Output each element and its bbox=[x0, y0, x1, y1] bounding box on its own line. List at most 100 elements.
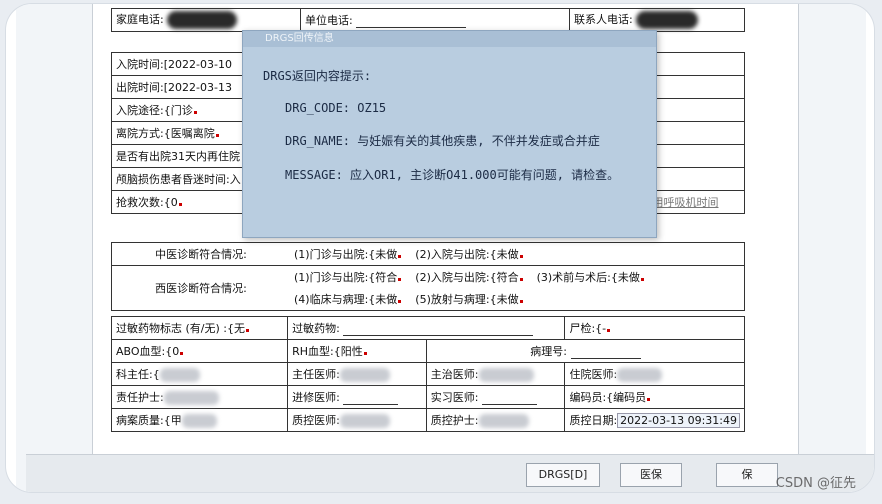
field-marker bbox=[519, 300, 523, 303]
pathology-label: 病理号: bbox=[530, 345, 567, 358]
tcm-opt-b-label: (2)入院与出院: bbox=[415, 248, 490, 261]
rescue-label: 抢救次数: bbox=[116, 196, 164, 209]
wm-opt-a-label: (1)门诊与出院: bbox=[294, 271, 369, 284]
dialog-body: DRGS返回内容提示: DRG_CODE: OZ15 DRG_NAME: 与妊娠… bbox=[243, 47, 656, 183]
intern-label: 实习医师: bbox=[430, 391, 479, 404]
drg-name-line: DRG_NAME: 与妊娠有关的其他疾患, 不伴并发症或合并症 bbox=[285, 134, 600, 148]
redacted-value bbox=[167, 11, 238, 29]
redacted-value bbox=[163, 391, 219, 405]
readmit-label: 是否有出院31天内再住院 bbox=[116, 150, 240, 163]
coder-field[interactable]: {编码员 bbox=[606, 391, 646, 404]
wm-label: 西医诊断符合情况: bbox=[111, 265, 290, 311]
diagnosis-table: 中医诊断符合情况: (1)门诊与出院:{未做 (2)入院与出院:{未做 西医诊断… bbox=[111, 242, 745, 311]
discharge-mode-field[interactable]: {医嘱离院 bbox=[164, 127, 215, 140]
director-label: 科主任: bbox=[116, 368, 153, 381]
wm-opt-e-label: (5)放射与病理: bbox=[415, 293, 490, 306]
drg-code-line: DRG_CODE: OZ15 bbox=[285, 101, 387, 115]
refresher-label: 进修医师: bbox=[292, 391, 340, 404]
wm-opt-a-value[interactable]: {符合 bbox=[368, 271, 397, 284]
autopsy-field[interactable]: {- bbox=[595, 322, 606, 335]
director-field[interactable]: { bbox=[153, 368, 160, 381]
discharge-time-field[interactable]: [2022-03-13 bbox=[164, 81, 232, 94]
wm-opt-b-label: (2)入院与出院: bbox=[415, 271, 490, 284]
redacted-value bbox=[181, 414, 217, 428]
chief-label: 主治医师: bbox=[430, 368, 479, 381]
drg-message-line: MESSAGE: 应入OR1, 主诊断O41.000可能有问题, 请检查。 bbox=[285, 168, 620, 182]
allergy-flag-field[interactable]: {无 bbox=[227, 322, 245, 335]
field-marker bbox=[215, 134, 219, 137]
field-marker bbox=[178, 203, 182, 206]
resident-label: 住院医师: bbox=[569, 368, 618, 381]
redacted-value bbox=[159, 368, 200, 382]
redacted-value bbox=[636, 11, 699, 29]
allergy-drug-label: 过敏药物: bbox=[292, 322, 340, 335]
abo-field[interactable]: {0 bbox=[165, 345, 179, 358]
admission-route-label: 入院途径: bbox=[116, 104, 164, 117]
rh-field[interactable]: {阳性 bbox=[334, 345, 363, 358]
field-marker bbox=[246, 329, 249, 332]
wm-opt-c-label: (3)术前与术后: bbox=[536, 271, 611, 284]
field-marker bbox=[363, 352, 367, 355]
qc-doctor-label: 质控医师: bbox=[292, 414, 340, 427]
insurance-button[interactable]: 医保 bbox=[620, 463, 682, 487]
redacted-value bbox=[478, 368, 534, 382]
qc-date-label: 质控日期: bbox=[569, 414, 618, 427]
quality-label: 病案质量: bbox=[116, 414, 164, 427]
field-marker bbox=[193, 111, 197, 114]
qc-date-field[interactable]: 2022-03-13 09:31:49 bbox=[617, 413, 740, 428]
drgs-dialog: DRGS回传信息 DRGS返回内容提示: DRG_CODE: OZ15 DRG_… bbox=[242, 30, 657, 238]
allergy-flag-label: 过敏药物标志 (有/无) : bbox=[116, 322, 227, 335]
redacted-value bbox=[339, 368, 390, 382]
bottom-toolbar: DRGS[D] 医保 保 CSDN @征先 bbox=[26, 454, 874, 492]
screenshot-frame: 家庭电话: 单位电话: 联系人电话: 入院时间:[2022-03-10 出院时间… bbox=[6, 4, 874, 492]
autopsy-label: 尸检: bbox=[569, 322, 596, 335]
admission-time-field[interactable]: [2022-03-10 bbox=[164, 58, 232, 71]
coma-label: 颅脑损伤患者昏迷时间: bbox=[116, 173, 230, 186]
abo-label: ABO血型: bbox=[116, 345, 166, 358]
refresher-field[interactable] bbox=[343, 394, 399, 405]
field-marker bbox=[180, 352, 184, 355]
work-phone-label: 单位电话: bbox=[305, 14, 353, 27]
staff-table: 过敏药物标志 (有/无) :{无 过敏药物: 尸检:{- ABO血型:{0 RH… bbox=[110, 316, 746, 432]
field-marker bbox=[398, 278, 402, 281]
admission-time-label: 入院时间: bbox=[116, 58, 164, 71]
coder-label: 编码员: bbox=[569, 391, 607, 404]
contact-phone-label: 联系人电话: bbox=[574, 13, 633, 26]
contact-table: 家庭电话: 单位电话: 联系人电话: bbox=[111, 8, 745, 32]
rh-label: RH血型: bbox=[292, 345, 334, 358]
admission-route-field[interactable]: {门诊 bbox=[164, 104, 193, 117]
dialog-heading: DRGS返回内容提示: bbox=[263, 69, 372, 83]
wm-opt-b-value[interactable]: {符合 bbox=[490, 271, 519, 284]
redacted-value bbox=[617, 368, 663, 382]
field-marker bbox=[640, 278, 644, 281]
field-marker bbox=[519, 255, 523, 258]
rescue-field[interactable]: {0 bbox=[164, 196, 178, 209]
attending-label: 主任医师: bbox=[292, 368, 340, 381]
app-window: 家庭电话: 单位电话: 联系人电话: 入院时间:[2022-03-10 出院时间… bbox=[16, 4, 874, 492]
family-phone-label: 家庭电话: bbox=[116, 13, 164, 26]
tcm-opt-a-value[interactable]: {未做 bbox=[368, 248, 397, 261]
work-phone-field[interactable] bbox=[356, 17, 467, 28]
watermark-text: CSDN @征先 bbox=[775, 476, 856, 491]
dialog-title: DRGS回传信息 bbox=[243, 31, 656, 47]
wm-opt-c-value[interactable]: {未做 bbox=[611, 271, 640, 284]
nurse-label: 责任护士: bbox=[116, 391, 164, 404]
redacted-value bbox=[339, 414, 390, 428]
tcm-opt-b-value[interactable]: {未做 bbox=[490, 248, 519, 261]
allergy-drug-field[interactable] bbox=[343, 325, 534, 336]
field-marker bbox=[607, 329, 611, 332]
wm-opt-d-value[interactable]: {未做 bbox=[368, 293, 397, 306]
qc-nurse-label: 质控护士: bbox=[430, 414, 479, 427]
coma-field[interactable]: 入 bbox=[230, 173, 241, 186]
field-marker bbox=[398, 300, 402, 303]
pathology-field[interactable] bbox=[570, 348, 641, 359]
save-button[interactable]: 保 bbox=[716, 463, 778, 487]
wm-opt-e-value[interactable]: {未做 bbox=[490, 293, 519, 306]
wm-opt-d-label: (4)临床与病理: bbox=[294, 293, 369, 306]
discharge-mode-label: 离院方式: bbox=[116, 127, 164, 140]
intern-field[interactable] bbox=[482, 394, 537, 405]
tcm-label: 中医诊断符合情况: bbox=[111, 242, 290, 266]
drgs-button[interactable]: DRGS[D] bbox=[526, 463, 600, 487]
quality-field[interactable]: {甲 bbox=[164, 414, 182, 427]
discharge-time-label: 出院时间: bbox=[116, 81, 164, 94]
